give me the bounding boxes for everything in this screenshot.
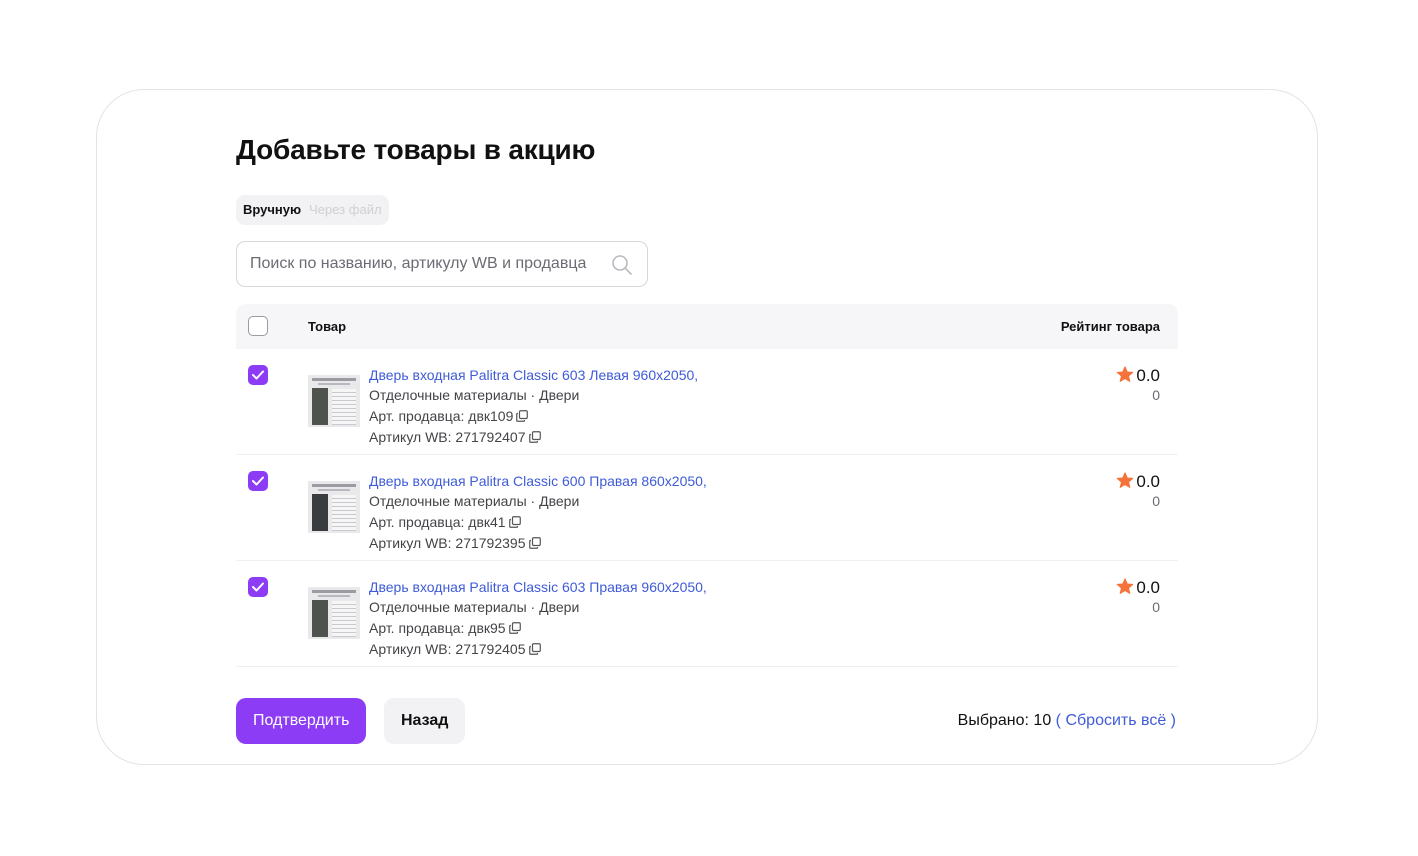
product-info: Дверь входная Palitra Classic 600 Правая… <box>369 471 707 554</box>
table-row: Дверь входная Palitra Classic 600 Правая… <box>236 455 1178 561</box>
seller-article: Арт. продавца: двк41 <box>369 514 506 530</box>
table-header: Товар Рейтинг товара <box>236 304 1178 349</box>
table-row: Дверь входная Palitra Classic 603 Правая… <box>236 561 1178 667</box>
product-name-link[interactable]: Дверь входная Palitra Classic 600 Правая… <box>369 471 707 491</box>
search-input[interactable] <box>250 242 600 286</box>
selected-summary: Выбрано: 10 ( Сбросить всё ) <box>958 698 1176 744</box>
product-name-link[interactable]: Дверь входная Palitra Classic 603 Правая… <box>369 577 707 597</box>
checkmark-icon <box>252 582 264 592</box>
select-all-checkbox[interactable] <box>248 316 268 336</box>
wb-article: Артикул WB: 271792395 <box>369 535 526 551</box>
confirm-button[interactable]: Подтвердить <box>236 698 367 744</box>
checkmark-icon <box>252 476 264 486</box>
input-mode-switch: Вручную Через файл <box>236 195 389 225</box>
product-category: Отделочные материалы · Двери <box>369 599 580 615</box>
copy-icon[interactable] <box>508 622 521 634</box>
seller-article: Арт. продавца: двк109 <box>369 408 514 424</box>
product-rating: 0.0 0 <box>1116 365 1160 403</box>
product-thumbnail <box>308 587 360 639</box>
product-rating: 0.0 0 <box>1116 471 1160 509</box>
product-category: Отделочные материалы · Двери <box>369 387 580 403</box>
rating-value: 0.0 <box>1136 578 1160 597</box>
tab-manual[interactable]: Вручную <box>239 198 305 222</box>
reviews-count: 0 <box>1152 493 1160 509</box>
product-name-link[interactable]: Дверь входная Palitra Classic 603 Левая … <box>369 365 698 385</box>
tab-from-file[interactable]: Через файл <box>305 198 385 222</box>
rating-value: 0.0 <box>1136 366 1160 385</box>
column-header-product: Товар <box>308 319 347 334</box>
back-button[interactable]: Назад <box>384 698 466 744</box>
product-info: Дверь входная Palitra Classic 603 Левая … <box>369 365 698 448</box>
product-rating: 0.0 0 <box>1116 577 1160 615</box>
selected-count: Выбрано: 10 <box>957 712 1052 729</box>
column-header-rating: Рейтинг товара <box>1060 319 1160 334</box>
products-table: Товар Рейтинг товара Дверь входная Palit… <box>236 304 1178 672</box>
row-checkbox[interactable] <box>248 471 268 491</box>
rating-value: 0.0 <box>1136 472 1160 491</box>
reviews-count: 0 <box>1152 599 1160 615</box>
seller-article: Арт. продавца: двк95 <box>369 620 506 636</box>
star-icon <box>1117 472 1134 488</box>
page-title: Добавьте товары в акцию <box>236 134 596 165</box>
copy-icon[interactable] <box>528 643 541 655</box>
product-category: Отделочные материалы · Двери <box>369 493 580 509</box>
table-row: Дверь входная Palitra Classic 603 Левая … <box>236 349 1178 455</box>
row-checkbox[interactable] <box>248 365 268 385</box>
reset-all-link[interactable]: ( Сбросить всё ) <box>1056 712 1176 729</box>
product-thumbnail <box>308 481 360 533</box>
search-box <box>236 241 648 287</box>
add-products-dialog: Добавьте товары в акцию Вручную Через фа… <box>96 89 1318 765</box>
copy-icon[interactable] <box>516 410 529 422</box>
copy-icon[interactable] <box>528 431 541 443</box>
wb-article: Артикул WB: 271792407 <box>369 429 526 445</box>
search-icon[interactable] <box>611 254 633 276</box>
reviews-count: 0 <box>1152 387 1160 403</box>
star-icon <box>1117 366 1134 382</box>
checkmark-icon <box>252 370 264 380</box>
product-info: Дверь входная Palitra Classic 603 Правая… <box>369 577 707 660</box>
wb-article: Артикул WB: 271792405 <box>369 641 526 657</box>
row-checkbox[interactable] <box>248 577 268 597</box>
copy-icon[interactable] <box>508 516 521 528</box>
star-icon <box>1117 578 1134 594</box>
copy-icon[interactable] <box>528 537 541 549</box>
product-thumbnail <box>308 375 360 427</box>
